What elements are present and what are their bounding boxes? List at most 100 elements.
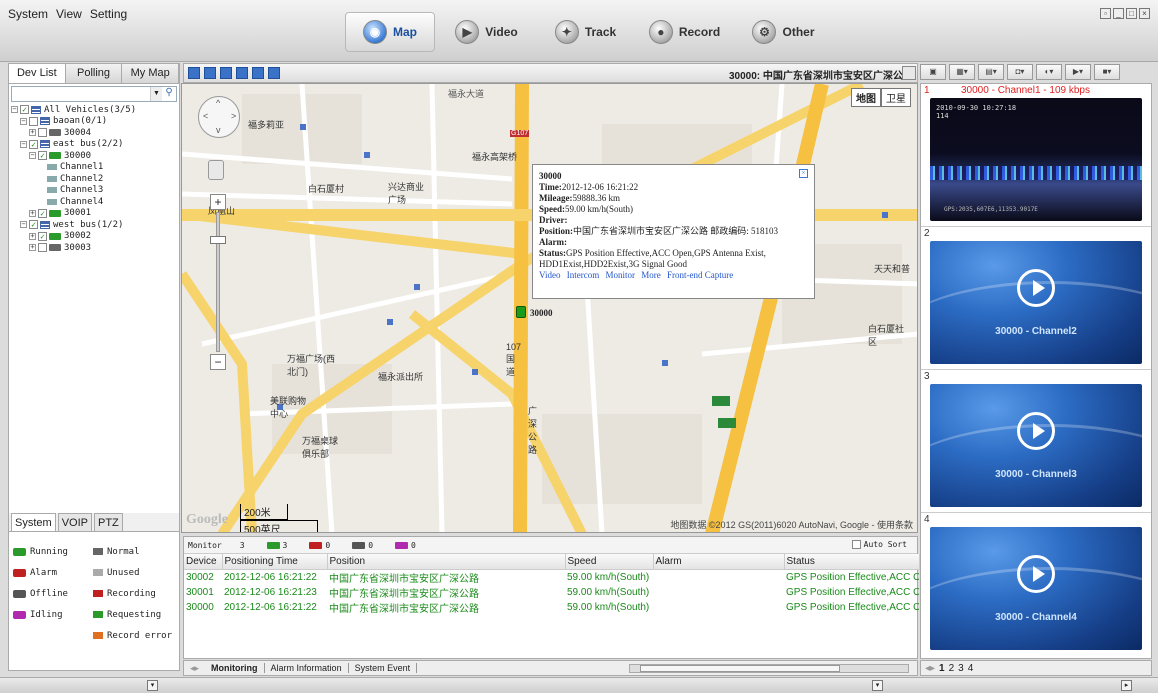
tree-node[interactable]: − ✓ west bus(1/2) [11, 219, 179, 231]
restore-icon[interactable]: ▫ [1100, 8, 1111, 19]
collapse-right-icon[interactable]: ▸ [1121, 680, 1132, 691]
map-fullscreen-icon[interactable] [252, 67, 264, 79]
auto-sort-checkbox[interactable] [851, 540, 861, 549]
tree-node[interactable]: Channel2 [11, 173, 179, 185]
tab-monitoring[interactable]: Monitoring [205, 663, 265, 673]
video-split-dropdown[interactable]: ▤▾ [978, 64, 1004, 80]
expand-icon[interactable]: + [29, 244, 36, 252]
map-type-satellite[interactable]: 卫星 [881, 88, 911, 107]
play-icon[interactable] [1017, 269, 1055, 307]
collapse-icon[interactable]: − [11, 106, 18, 114]
video-capture-dropdown[interactable]: ◘▾ [1007, 64, 1033, 80]
pan-left-icon[interactable]: < [203, 111, 208, 121]
tab-polling[interactable]: Polling [66, 64, 123, 83]
tree-node[interactable]: − ✓ All Vehicles(3/5) [11, 104, 179, 116]
tab-scroll-icon[interactable]: ◂▸ [184, 663, 205, 674]
map-locate-icon[interactable] [902, 66, 916, 80]
collapse-left-icon[interactable]: ▾ [147, 680, 158, 691]
collapse-icon[interactable]: − [20, 117, 27, 125]
tab-dev-list[interactable]: Dev List [9, 64, 66, 83]
tab-track[interactable]: ✦ Track [538, 12, 633, 52]
popup-link-more[interactable]: More [641, 270, 661, 280]
table-row[interactable]: 30001 2012-12-06 16:21:23 中国广东省深圳市宝安区广深公路 5… [184, 585, 919, 600]
tree-checkbox[interactable]: ✓ [29, 139, 38, 149]
column-header[interactable]: Speed [565, 554, 654, 570]
maximize-icon[interactable]: □ [1126, 8, 1137, 19]
table-row[interactable]: 30000 2012-12-06 16:21:22 中国广东省深圳市宝安区广深公路 5… [184, 600, 919, 615]
tree-node[interactable]: Channel3 [11, 185, 179, 197]
expand-icon[interactable]: + [29, 209, 36, 217]
popup-link-capture[interactable]: Front-end Capture [667, 270, 733, 280]
menu-setting[interactable]: Setting [90, 7, 127, 21]
table-row[interactable]: 30002 2012-12-06 16:21:22 中国广东省深圳市宝安区广深公路 5… [184, 569, 919, 585]
zoom-slider-thumb[interactable] [210, 236, 226, 244]
video-page-1[interactable]: 1 [939, 663, 945, 674]
scrollbar-thumb[interactable] [640, 665, 840, 672]
video-slot-4[interactable]: 4 30000 - Channel4 [921, 513, 1151, 656]
map-search-icon[interactable] [236, 67, 248, 79]
video-frame[interactable]: 30000 - Channel2 [930, 241, 1142, 364]
tab-system[interactable]: System [11, 513, 56, 531]
expand-icon[interactable]: + [29, 129, 36, 137]
map-layout-icon[interactable] [268, 67, 280, 79]
expand-icon[interactable]: + [29, 232, 36, 240]
zoom-in-button[interactable]: + [210, 194, 226, 210]
pan-up-icon[interactable]: ^ [216, 98, 220, 108]
tree-checkbox[interactable]: ✓ [29, 220, 38, 230]
popup-link-monitor[interactable]: Monitor [605, 270, 635, 280]
video-slot-3[interactable]: 3 30000 - Channel3 [921, 370, 1151, 513]
column-header[interactable]: Positioning Time [222, 554, 328, 570]
close-icon[interactable]: × [1139, 8, 1150, 19]
collapse-bottom-icon[interactable]: ▾ [872, 680, 883, 691]
collapse-icon[interactable]: − [29, 152, 36, 160]
pan-down-icon[interactable]: v [216, 125, 221, 135]
video-slot-1[interactable]: 1 30000 - Channel1 - 109 kbps 2010-09-30… [921, 84, 1151, 227]
search-icon[interactable]: ⚲ [162, 87, 176, 101]
video-page-3[interactable]: 3 [958, 663, 964, 674]
video-stop-dropdown[interactable]: ■▾ [1094, 64, 1120, 80]
column-header[interactable]: Status [784, 554, 920, 570]
tree-checkbox[interactable] [29, 116, 38, 126]
tab-other[interactable]: ⚙ Other [736, 12, 831, 52]
tree-node[interactable]: − ✓ east bus(2/2) [11, 139, 179, 151]
tree-node[interactable]: − baoan(0/1) [11, 116, 179, 128]
pan-right-icon[interactable]: > [231, 111, 236, 121]
chevron-down-icon[interactable]: ▼ [150, 87, 162, 101]
tab-alarm-information[interactable]: Alarm Information [265, 663, 349, 673]
tree-node[interactable]: +30004 [11, 127, 179, 139]
pager-scroll-icon[interactable]: ◂▸ [925, 663, 935, 674]
map-select-icon[interactable] [204, 67, 216, 79]
video-page-2[interactable]: 2 [949, 663, 955, 674]
collapse-icon[interactable]: − [20, 140, 27, 148]
tree-node[interactable]: Channel1 [11, 162, 179, 174]
map-view[interactable]: 福永大道 福永高架桥 白石厦村 福多莉亚 凤凰山 万福广场(西北门) 广深公路 … [181, 83, 918, 533]
tree-checkbox[interactable]: ✓ [20, 105, 29, 115]
video-play-dropdown[interactable]: ▶▾ [1065, 64, 1091, 80]
tree-checkbox[interactable] [38, 128, 47, 138]
tree-node[interactable]: + ✓ 30001 [11, 208, 179, 220]
tree-node[interactable]: + ✓ 30002 [11, 231, 179, 243]
column-header[interactable]: Position [327, 554, 566, 570]
video-page-4[interactable]: 4 [968, 663, 974, 674]
street-view-icon[interactable] [208, 160, 224, 180]
minimize-icon[interactable]: _ [1113, 8, 1124, 19]
video-layout-icon[interactable]: ▣ [920, 64, 946, 80]
tree-checkbox[interactable] [38, 243, 47, 253]
close-icon[interactable]: × [799, 169, 808, 178]
map-pan-control[interactable]: ^ < > v [198, 96, 240, 138]
tree-node[interactable]: +30003 [11, 242, 179, 254]
popup-link-intercom[interactable]: Intercom [567, 270, 599, 280]
tree-checkbox[interactable]: ✓ [38, 231, 47, 241]
tab-system-event[interactable]: System Event [349, 663, 418, 673]
tab-my-map[interactable]: My Map [122, 64, 180, 83]
horizontal-scrollbar[interactable] [629, 664, 909, 673]
map-type-map[interactable]: 地图 [851, 88, 881, 107]
map-pointer-icon[interactable] [188, 67, 200, 79]
audio-icon[interactable]: ◐▾ [1036, 64, 1062, 80]
tab-video[interactable]: ▶ Video [439, 12, 534, 52]
live-video-frame[interactable]: 2010-09-30 10:27:18 114 GPS:2035,607E6,11… [930, 98, 1142, 221]
map-region-icon[interactable] [220, 67, 232, 79]
zoom-slider[interactable] [216, 212, 220, 352]
tree-checkbox[interactable]: ✓ [38, 208, 47, 218]
menu-view[interactable]: View [56, 7, 82, 21]
